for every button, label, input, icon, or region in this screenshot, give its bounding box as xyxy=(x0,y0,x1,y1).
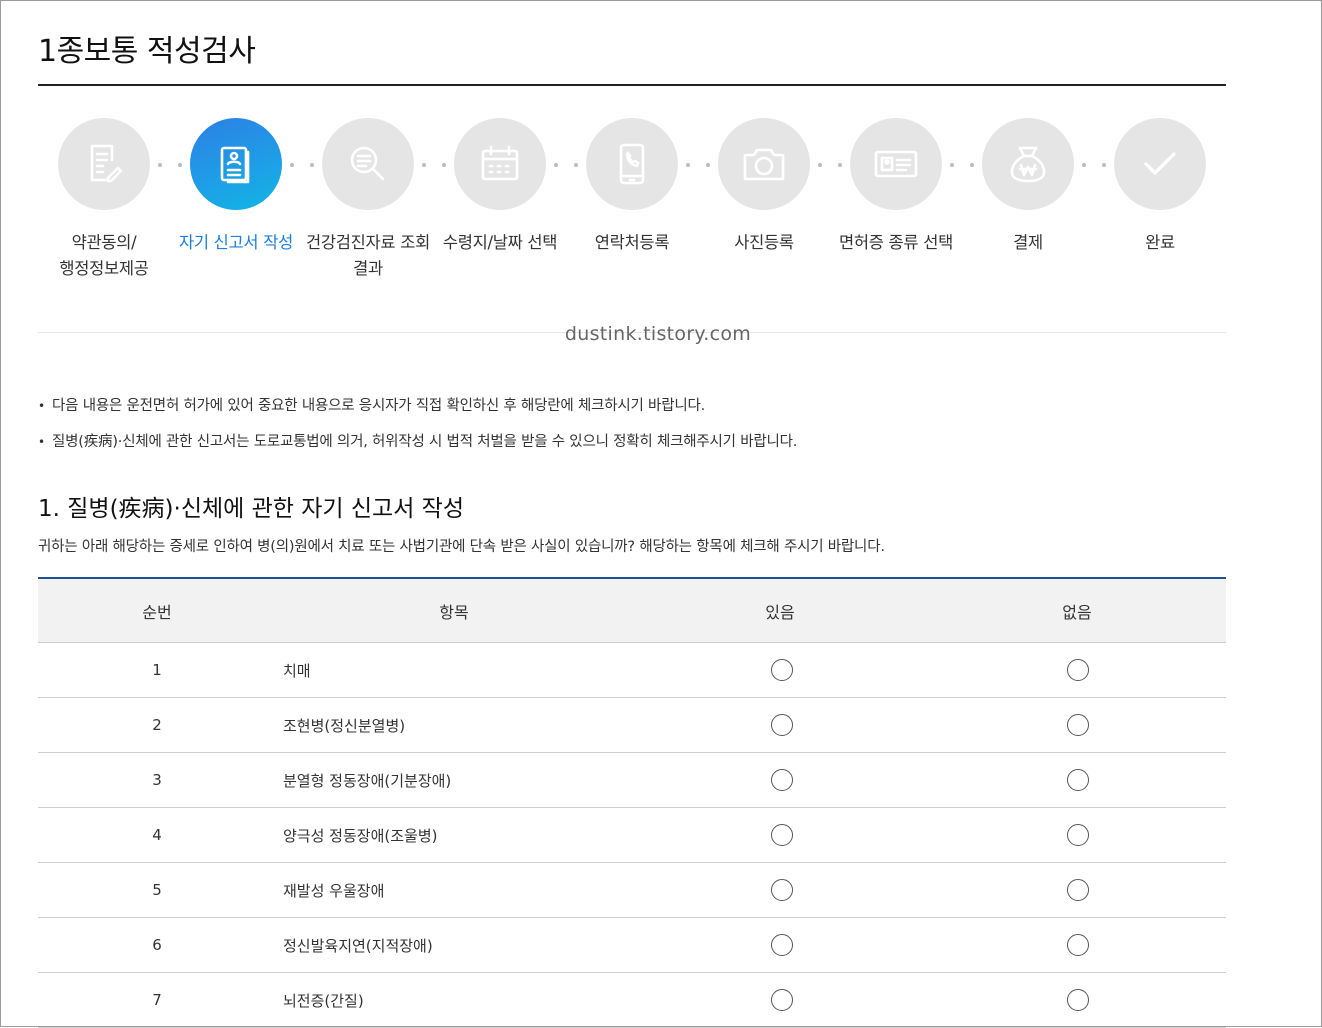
row-item: 치매 xyxy=(283,661,311,680)
progress-steps: 약관동의/ 행정정보제공 자기 신고서 작성 건강검진자료 조회 결과 수령지/… xyxy=(38,118,1226,288)
step-label-line: 면허증 종류 선택 xyxy=(838,233,954,252)
table-row: 6 정신발육지연(지적장애) xyxy=(38,918,1226,973)
step-photo: 사진등록 xyxy=(698,118,830,256)
document-pen-icon xyxy=(58,118,150,210)
header-item: 항목 xyxy=(439,602,469,622)
won-bag-icon xyxy=(982,118,1074,210)
table-row: 2 조현병(정신분열병) xyxy=(38,698,1226,753)
radio-no[interactable] xyxy=(1067,659,1089,681)
radio-yes[interactable] xyxy=(770,769,793,791)
step-label-line: 행정정보제공 xyxy=(59,259,149,278)
check-icon xyxy=(1114,118,1206,210)
step-label-line: 약관동의/ xyxy=(71,233,137,252)
step-pickup-date: 수령지/날짜 선택 xyxy=(434,118,566,256)
row-item: 조현병(정신분열병) xyxy=(283,716,406,735)
step-label-line: 수령지/날짜 선택 xyxy=(442,233,558,252)
phone-icon xyxy=(586,118,678,210)
step-label-line: 자기 신고서 작성 xyxy=(178,233,294,252)
table-row: 3 분열형 정동장애(기분장애) xyxy=(38,753,1226,808)
radio-yes[interactable] xyxy=(770,714,793,736)
step-health-check: 건강검진자료 조회 결과 xyxy=(302,118,434,282)
row-item: 분열형 정동장애(기분장애) xyxy=(283,771,452,790)
notice-item: • 다음 내용은 운전면허 허가에 있어 중요한 내용으로 응시자가 직접 확인하… xyxy=(38,394,705,415)
row-num: 1 xyxy=(152,661,162,679)
row-num: 5 xyxy=(152,881,162,899)
radio-no[interactable] xyxy=(1067,824,1089,846)
step-terms-agreement: 약관동의/ 행정정보제공 xyxy=(38,118,170,282)
row-item: 재발성 우울장애 xyxy=(283,881,385,900)
step-label-line: 완료 xyxy=(1145,233,1175,252)
radio-no[interactable] xyxy=(1067,989,1089,1011)
step-label-line: 연락처등록 xyxy=(594,233,670,252)
row-num: 3 xyxy=(152,771,162,789)
radio-yes[interactable] xyxy=(770,824,793,846)
radio-yes[interactable] xyxy=(770,989,793,1011)
radio-yes[interactable] xyxy=(770,934,793,956)
step-complete: 완료 xyxy=(1094,118,1226,256)
camera-icon xyxy=(718,118,810,210)
bullet-icon: • xyxy=(38,399,45,413)
notice-item: • 질병(疾病)·신체에 관한 신고서는 도로교통법에 의거, 허위작성 시 법적… xyxy=(38,430,797,451)
step-self-report: 자기 신고서 작성 xyxy=(170,118,302,256)
radio-no[interactable] xyxy=(1067,714,1089,736)
step-label-line: 건강검진자료 조회 xyxy=(306,233,430,252)
row-num: 7 xyxy=(152,991,162,1009)
step-payment: 결제 xyxy=(962,118,1094,256)
radio-no[interactable] xyxy=(1067,769,1089,791)
step-label-line: 결과 xyxy=(353,259,383,278)
self-report-table: 순번 항목 있음 없음 1 치매 2 조현병(정신분열병) 3 분열형 정동장애… xyxy=(38,577,1226,1028)
section-description: 귀하는 아래 해당하는 증세로 인하여 병(의)원에서 치료 또는 사법기관에 … xyxy=(38,539,885,555)
license-card-icon xyxy=(850,118,942,210)
step-license-type: 면허증 종류 선택 xyxy=(830,118,962,256)
row-num: 6 xyxy=(152,936,162,954)
bullet-icon: • xyxy=(38,435,45,449)
row-num: 2 xyxy=(152,716,162,734)
step-contact: 연락처등록 xyxy=(566,118,698,256)
radio-no[interactable] xyxy=(1067,934,1089,956)
radio-yes[interactable] xyxy=(770,659,793,681)
header-yes: 있음 xyxy=(765,602,795,622)
step-label-line: 사진등록 xyxy=(734,233,794,252)
header-no: 없음 xyxy=(1062,602,1092,622)
section-title: 1. 질병(疾病)·신체에 관한 자기 신고서 작성 xyxy=(38,496,464,522)
row-num: 4 xyxy=(152,826,162,844)
header-num: 순번 xyxy=(142,602,172,622)
step-label-line: 결제 xyxy=(1013,233,1043,252)
watermark-text: dustink.tistory.com xyxy=(564,323,752,345)
magnifier-icon xyxy=(322,118,414,210)
table-row: 7 뇌전증(간질) xyxy=(38,973,1226,1028)
notice-text: 다음 내용은 운전면허 허가에 있어 중요한 내용으로 응시자가 직접 확인하신… xyxy=(52,398,706,414)
title-divider xyxy=(38,84,1226,86)
row-item: 정신발육지연(지적장애) xyxy=(283,936,433,955)
table-header: 순번 항목 있음 없음 xyxy=(38,579,1226,643)
calendar-icon xyxy=(454,118,546,210)
self-report-icon xyxy=(190,118,282,210)
radio-yes[interactable] xyxy=(770,879,793,901)
radio-no[interactable] xyxy=(1067,879,1089,901)
table-row: 1 치매 xyxy=(38,643,1226,698)
notice-text: 질병(疾病)·신체에 관한 신고서는 도로교통법에 의거, 허위작성 시 법적 … xyxy=(52,434,798,450)
row-item: 양극성 정동장애(조울병) xyxy=(283,826,438,845)
table-row: 4 양극성 정동장애(조울병) xyxy=(38,808,1226,863)
table-row: 5 재발성 우울장애 xyxy=(38,863,1226,918)
page-title: 1종보통 적성검사 xyxy=(38,34,256,69)
row-item: 뇌전증(간질) xyxy=(283,991,364,1010)
